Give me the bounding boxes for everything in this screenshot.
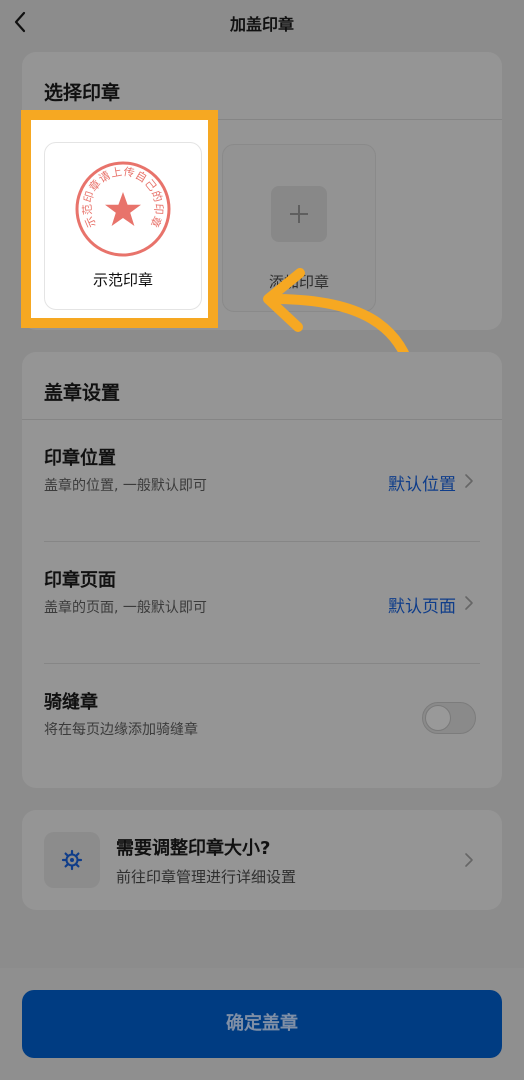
- plus-icon: [271, 186, 327, 242]
- seal-item-demo[interactable]: 示范印章请上传自己的印章 示范印章: [44, 142, 202, 310]
- setting-row-page[interactable]: 印章页面 盖章的页面, 一般默认即可 默认页面: [22, 542, 502, 664]
- settings-header: 盖章设置: [22, 352, 502, 420]
- gear-icon: [61, 849, 83, 871]
- chevron-right-icon: [465, 474, 473, 488]
- chevron-right-icon: [465, 853, 473, 867]
- page: 加盖印章 选择印章 添加印章 示范印章请上传自己的印章 示范印章 盖章设置 印章…: [0, 0, 524, 1080]
- setting-row-perforation: 骑缝章 将在每页边缘添加骑缝章: [22, 664, 502, 786]
- setting-row-value: 默认位置: [388, 475, 456, 495]
- settings-title: 盖章设置: [44, 382, 121, 404]
- seal-item-label: 示范印章: [92, 271, 153, 289]
- bottom-bar: 确定盖章: [0, 968, 524, 1080]
- confirm-stamp-button[interactable]: 确定盖章: [22, 990, 502, 1058]
- chevron-right-icon: [465, 596, 473, 610]
- page-title: 加盖印章: [229, 15, 294, 34]
- tip-icon-box: [44, 832, 100, 888]
- toggle-knob: [425, 705, 451, 731]
- perforation-toggle[interactable]: [422, 702, 476, 734]
- seal-stamp-icon: 示范印章请上传自己的印章: [75, 161, 171, 257]
- seal-highlight-frame: 示范印章请上传自己的印章 示范印章: [21, 110, 218, 328]
- setting-row-desc: 盖章的位置, 一般默认即可: [44, 478, 207, 494]
- tip-description: 前往印章管理进行详细设置: [116, 868, 297, 886]
- select-seal-title: 选择印章: [44, 82, 121, 104]
- setting-row-value: 默认页面: [388, 597, 456, 617]
- top-bar: 加盖印章: [0, 0, 524, 44]
- setting-row-desc: 将在每页边缘添加骑缝章: [44, 722, 198, 738]
- resize-tip-card[interactable]: 需要调整印章大小? 前往印章管理进行详细设置: [22, 810, 502, 910]
- setting-row-title: 印章页面: [44, 570, 116, 591]
- setting-row-desc: 盖章的页面, 一般默认即可: [44, 600, 207, 616]
- settings-card: 盖章设置 印章位置 盖章的位置, 一般默认即可 默认位置 印章页面 盖章的页面,…: [22, 352, 502, 788]
- setting-row-title: 骑缝章: [44, 692, 98, 713]
- setting-row-position[interactable]: 印章位置 盖章的位置, 一般默认即可 默认位置: [22, 420, 502, 542]
- tip-title: 需要调整印章大小?: [116, 838, 271, 859]
- setting-row-title: 印章位置: [44, 448, 116, 469]
